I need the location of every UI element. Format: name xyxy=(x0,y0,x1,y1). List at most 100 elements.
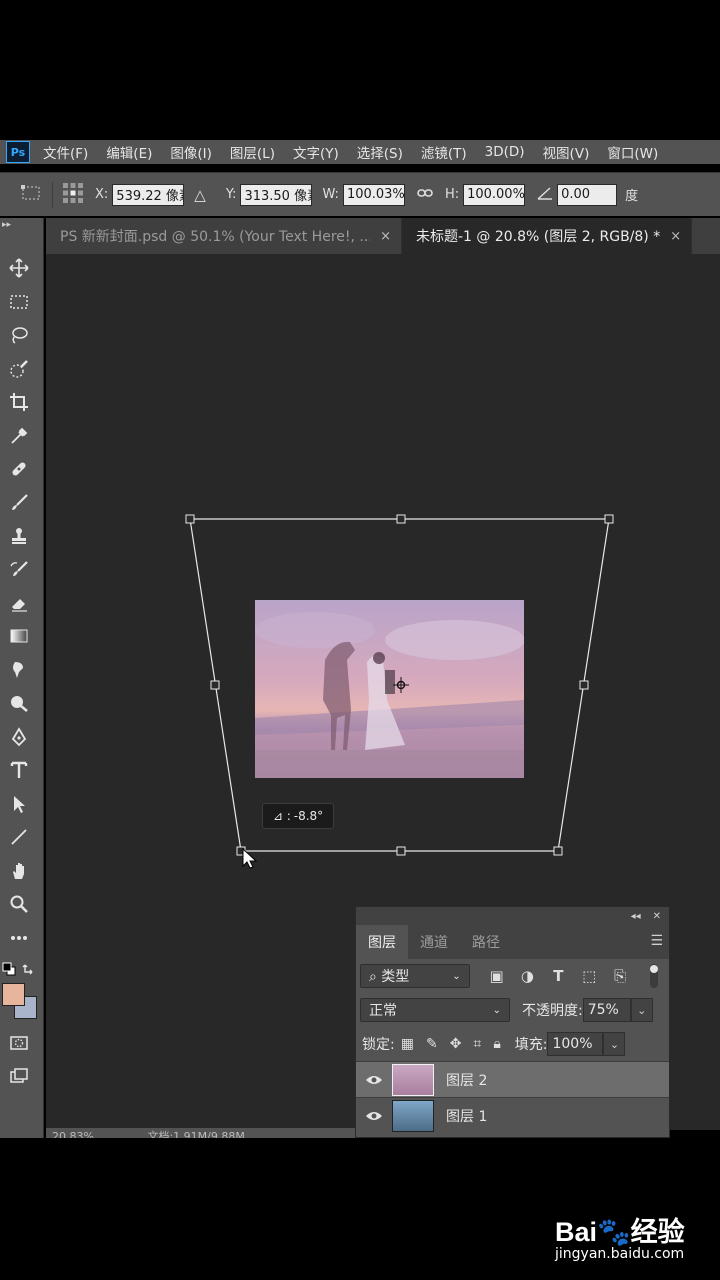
move-tool[interactable] xyxy=(4,254,34,282)
lasso-tool[interactable] xyxy=(4,321,34,349)
layer-row[interactable]: 图层 1 xyxy=(356,1097,669,1133)
link-icon[interactable] xyxy=(417,187,433,203)
quick-mask-button[interactable] xyxy=(4,1029,34,1057)
photoshop-logo: Ps xyxy=(6,141,30,163)
opacity-field[interactable]: 75% xyxy=(582,998,631,1022)
layer-thumbnail xyxy=(392,1063,434,1096)
clone-stamp-tool[interactable] xyxy=(4,522,34,550)
menu-type[interactable]: 文字(Y) xyxy=(284,142,348,162)
menu-layer[interactable]: 图层(L) xyxy=(221,142,284,162)
delta-icon[interactable]: △ xyxy=(194,186,206,204)
visibility-eye-icon[interactable] xyxy=(356,1110,392,1122)
lock-pixels-icon[interactable]: ✎ xyxy=(426,1036,438,1052)
rotate-angle-field[interactable]: 0.00 xyxy=(557,183,618,206)
quick-selection-icon xyxy=(10,360,28,378)
tab-layers[interactable]: 图层 xyxy=(356,925,408,959)
brush-tool[interactable] xyxy=(4,489,34,517)
lock-transparent-icon[interactable]: ▦ xyxy=(401,1036,414,1052)
collapse-icon[interactable]: ◂◂ xyxy=(631,911,641,922)
rotate-angle-icon xyxy=(537,186,553,204)
smudge-icon xyxy=(13,662,23,678)
tab-channels[interactable]: 通道 xyxy=(408,925,460,959)
menu-filter[interactable]: 滤镜(T) xyxy=(412,142,476,162)
filter-adjustment-icon[interactable]: ◑ xyxy=(517,965,539,987)
eyedropper-tool[interactable] xyxy=(4,422,34,450)
filter-toggle-icon[interactable] xyxy=(643,964,665,988)
gradient-tool[interactable] xyxy=(4,622,34,650)
pen-tool[interactable] xyxy=(4,723,34,751)
quick-mask-icon xyxy=(10,1036,28,1050)
ellipsis-icon xyxy=(11,936,27,940)
filter-type-icon[interactable]: T xyxy=(547,965,569,987)
menu-select[interactable]: 选择(S) xyxy=(348,142,412,162)
zoom-level[interactable]: 20.83% xyxy=(52,1130,94,1138)
fill-dropdown-button[interactable]: ⌄ xyxy=(603,1032,626,1056)
close-icon[interactable]: ✕ xyxy=(653,911,661,922)
width-field[interactable]: 100.03% xyxy=(342,183,405,206)
layer-image[interactable] xyxy=(255,600,524,778)
filter-pixel-icon[interactable]: ▣ xyxy=(486,965,508,987)
swap-colors-icon[interactable] xyxy=(22,959,38,975)
lock-all-icon[interactable]: 🔒︎ xyxy=(493,1036,500,1052)
healing-brush-tool[interactable] xyxy=(4,455,34,483)
fill-label: 填充: xyxy=(514,1037,548,1053)
history-brush-tool[interactable] xyxy=(4,556,34,584)
menu-window[interactable]: 窗口(W) xyxy=(598,142,667,162)
height-field[interactable]: 100.00% xyxy=(463,183,526,206)
menu-file[interactable]: 文件(F) xyxy=(34,142,97,162)
lock-position-icon[interactable]: ✥ xyxy=(450,1036,462,1052)
close-icon[interactable]: × xyxy=(380,229,391,244)
reference-point-icon[interactable] xyxy=(61,181,85,209)
layers-panel: ◂◂ ✕ 图层 通道 路径 ☰ ⌕ 类型 ⌄ ▣ ◑ T ⬚ ⎘ 正常 ⌄ 不透… xyxy=(355,906,670,1138)
blend-mode-select[interactable]: 正常 ⌄ xyxy=(360,998,510,1022)
default-colors-icon[interactable] xyxy=(2,961,16,976)
y-position-field[interactable]: 313.50 像素 xyxy=(240,183,313,206)
line-tool[interactable] xyxy=(4,823,34,851)
panel-menu-icon[interactable]: ☰ xyxy=(650,933,663,949)
foreground-color-swatch[interactable] xyxy=(2,983,25,1006)
quick-selection-tool[interactable] xyxy=(4,355,34,383)
collapse-panel-icon[interactable]: ▸▸ xyxy=(2,220,11,230)
hand-tool[interactable] xyxy=(4,857,34,885)
crop-tool[interactable] xyxy=(4,388,34,416)
fill-field[interactable]: 100% xyxy=(547,1032,604,1056)
tab-label: PS 新新封面.psd @ 50.1% (Your Text Here!, ..… xyxy=(60,229,371,245)
path-selection-tool[interactable] xyxy=(4,790,34,818)
marquee-tool[interactable] xyxy=(4,288,34,316)
close-icon[interactable]: × xyxy=(670,229,681,244)
tab-label: 未标题-1 @ 20.8% (图层 2, RGB/8) * xyxy=(416,229,661,245)
more-tools[interactable] xyxy=(4,924,34,952)
filter-kind-select[interactable]: ⌕ 类型 ⌄ xyxy=(360,964,470,988)
menu-3d[interactable]: 3D(D) xyxy=(476,144,534,160)
zoom-tool[interactable] xyxy=(4,890,34,918)
blend-row: 正常 ⌄ 不透明度: 75% ⌄ xyxy=(356,993,669,1027)
tab-ps-cover[interactable]: PS 新新封面.psd @ 50.1% (Your Text Here!, ..… xyxy=(46,218,402,254)
transform-tool-icon[interactable] xyxy=(20,183,44,207)
tab-paths[interactable]: 路径 xyxy=(460,925,512,959)
move-icon xyxy=(9,258,29,278)
tab-untitled-1[interactable]: 未标题-1 @ 20.8% (图层 2, RGB/8) * × xyxy=(402,218,692,254)
layer-name[interactable]: 图层 2 xyxy=(446,1070,487,1090)
eraser-tool[interactable] xyxy=(4,589,34,617)
lock-artboard-icon[interactable]: ⌗ xyxy=(473,1036,481,1052)
menu-edit[interactable]: 编辑(E) xyxy=(97,142,161,162)
visibility-eye-icon[interactable] xyxy=(356,1074,392,1086)
arrow-cursor-icon xyxy=(14,796,25,813)
hand-icon xyxy=(13,863,24,879)
bandage-icon xyxy=(12,462,26,476)
layer-name[interactable]: 图层 1 xyxy=(446,1106,487,1126)
dodge-tool[interactable] xyxy=(4,689,34,717)
filter-smart-object-icon[interactable]: ⎘ xyxy=(609,965,631,987)
layer-row[interactable]: 图层 2 xyxy=(356,1061,669,1097)
x-position-field[interactable]: 539.22 像素 xyxy=(112,183,185,206)
opacity-dropdown-button[interactable]: ⌄ xyxy=(630,998,653,1022)
menu-image[interactable]: 图像(I) xyxy=(161,142,221,162)
menu-view[interactable]: 视图(V) xyxy=(534,142,599,162)
baidu-jingyan-watermark: Bai🐾经验 jingyan.baidu.com xyxy=(555,1196,715,1266)
type-tool[interactable] xyxy=(4,756,34,784)
blur-tool[interactable] xyxy=(4,656,34,684)
filter-shape-icon[interactable]: ⬚ xyxy=(578,965,600,987)
brand-url: jingyan.baidu.com xyxy=(555,1246,685,1262)
screen-mode-button[interactable] xyxy=(4,1062,34,1090)
chevron-down-icon: ⌄ xyxy=(452,970,461,982)
